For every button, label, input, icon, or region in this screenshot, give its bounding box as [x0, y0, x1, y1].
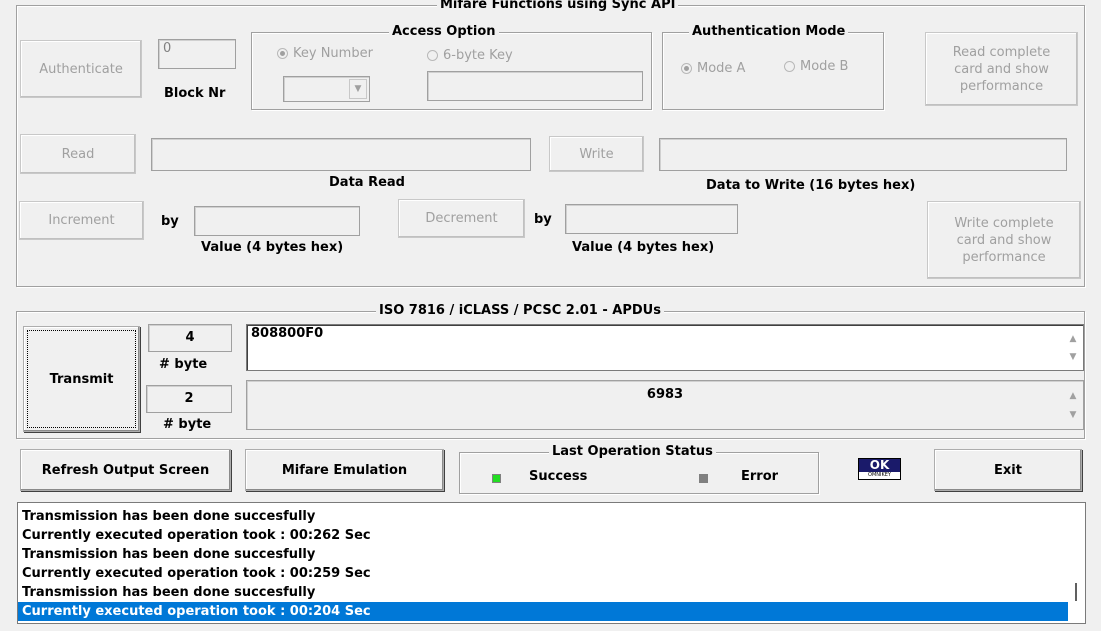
output-log-list[interactable]: Transmission has been done succesfully C…: [17, 502, 1086, 624]
recv-byte-count-value: 2: [184, 391, 194, 406]
key-number-radio-label: Key Number: [293, 46, 373, 61]
read-complete-card-button[interactable]: Read complete card and show performance: [925, 32, 1078, 106]
recv-apdu-value: 6983: [646, 387, 684, 402]
decrement-by-label: by: [534, 212, 552, 227]
send-apdu-value: 808800F0: [251, 326, 324, 341]
increment-value-field[interactable]: [194, 206, 360, 236]
mifare-group-title: Mifare Functions using Sync API: [437, 0, 679, 13]
data-to-write-field[interactable]: [659, 138, 1067, 171]
scroll-up-icon[interactable]: ▲: [1067, 333, 1079, 345]
write-complete-card-button[interactable]: Write complete card and show performance: [927, 201, 1081, 279]
six-byte-key-radio[interactable]: 6-byte Key: [427, 48, 513, 63]
decrement-value-label: Value (4 bytes hex): [572, 240, 715, 255]
read-button[interactable]: Read: [20, 134, 136, 174]
log-line: Currently executed operation took : 00:2…: [22, 528, 371, 543]
authenticate-button[interactable]: Authenticate: [20, 40, 142, 98]
key-number-radio[interactable]: Key Number: [277, 46, 373, 61]
mifare-emulation-button[interactable]: Mifare Emulation: [245, 449, 444, 491]
apdu-group-title: ISO 7816 / iCLASS / PCSC 2.01 - APDUs: [376, 303, 664, 319]
mode-b-radio[interactable]: Mode B: [784, 59, 848, 74]
chevron-down-icon[interactable]: ▼: [349, 79, 367, 99]
scroll-down-icon[interactable]: ▼: [1067, 351, 1079, 363]
status-group-title: Last Operation Status: [549, 444, 716, 460]
exit-button[interactable]: Exit: [934, 449, 1082, 491]
decrement-button[interactable]: Decrement: [398, 199, 525, 238]
log-scrollbar[interactable]: [1068, 503, 1085, 623]
log-line: Currently executed operation took : 00:2…: [22, 566, 371, 581]
send-byte-label: # byte: [159, 357, 208, 372]
omnikey-logo-icon: OK OMNIKEY: [858, 458, 901, 480]
recv-byte-count-field[interactable]: 2: [146, 385, 232, 413]
send-byte-count-value: 4: [185, 330, 195, 345]
data-to-write-label: Data to Write (16 bytes hex): [706, 178, 916, 193]
log-line: Transmission has been done succesfully: [22, 547, 316, 562]
success-label: Success: [529, 469, 588, 484]
block-nr-label: Block Nr: [164, 86, 226, 101]
key-number-select[interactable]: ▼: [283, 76, 370, 102]
data-read-field[interactable]: [151, 138, 531, 171]
auth-mode-title: Authentication Mode: [689, 24, 849, 40]
six-byte-key-radio-label: 6-byte Key: [443, 48, 513, 63]
decrement-value-field[interactable]: [565, 204, 738, 234]
increment-button[interactable]: Increment: [19, 201, 144, 240]
six-byte-key-field[interactable]: [427, 71, 643, 101]
mode-a-radio[interactable]: Mode A: [681, 61, 745, 76]
six-byte-key-radio-dot: [427, 50, 438, 61]
send-byte-count-field[interactable]: 4: [148, 324, 232, 352]
recv-byte-label: # byte: [163, 417, 212, 432]
omnikey-logo-text: OK: [869, 458, 890, 472]
send-apdu-field[interactable]: 808800F0 ▲ ▼: [246, 324, 1084, 371]
mode-b-radio-dot: [784, 61, 795, 72]
recv-apdu-field[interactable]: 6983 ▲ ▼: [246, 380, 1084, 430]
mode-a-radio-label: Mode A: [697, 61, 746, 76]
mode-a-radio-dot: [681, 63, 692, 74]
data-read-label: Data Read: [329, 175, 405, 190]
access-option-title: Access Option: [389, 24, 499, 40]
log-line-selected: Currently executed operation took : 00:2…: [18, 602, 1068, 621]
log-scrollbar-thumb[interactable]: [1075, 583, 1077, 601]
log-line: Transmission has been done succesfully: [22, 585, 316, 600]
scroll-down-icon[interactable]: ▼: [1067, 409, 1079, 421]
log-line: Transmission has been done succesfully: [22, 509, 316, 524]
key-number-radio-dot: [277, 48, 288, 59]
error-label: Error: [741, 469, 779, 484]
increment-by-label: by: [161, 214, 179, 229]
success-indicator-icon: [492, 474, 501, 483]
mode-b-radio-label: Mode B: [800, 59, 849, 74]
refresh-output-button[interactable]: Refresh Output Screen: [20, 449, 231, 491]
write-button[interactable]: Write: [549, 136, 644, 172]
omnikey-logo-subtext: OMNIKEY: [859, 472, 900, 479]
block-nr-field[interactable]: 0: [158, 39, 236, 69]
transmit-button[interactable]: Transmit: [23, 326, 140, 432]
scroll-up-icon[interactable]: ▲: [1067, 390, 1079, 402]
increment-value-label: Value (4 bytes hex): [201, 240, 344, 255]
error-indicator-icon: [699, 474, 708, 483]
